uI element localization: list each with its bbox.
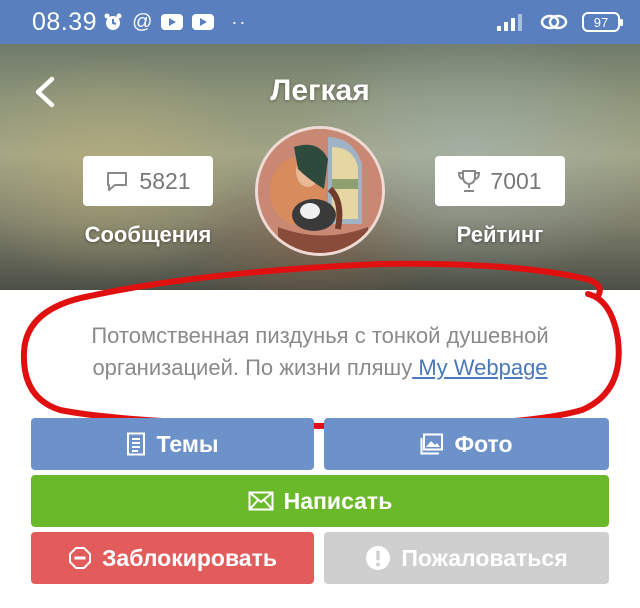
battery-icon: 97 — [582, 12, 623, 32]
profile-name: Легкая — [270, 74, 370, 107]
status-time: 08.39 — [32, 7, 98, 36]
messages-label: Сообщения — [84, 222, 212, 247]
webpage-link[interactable]: My Webpage — [412, 355, 547, 380]
write-label: Написать — [283, 487, 393, 514]
photo-button[interactable]: Фото — [324, 418, 609, 470]
messages-count-badge[interactable]: 5821 — [83, 156, 213, 206]
status-bar: 08.39 @ ·· 97 — [0, 0, 640, 44]
at-icon: @ — [132, 10, 153, 33]
link-icon — [540, 12, 568, 32]
write-message-button[interactable]: Написать — [31, 475, 609, 527]
alarm-icon — [103, 12, 123, 32]
signal-icon — [496, 12, 526, 32]
block-label: Заблокировать — [102, 544, 277, 571]
youtube-icon — [161, 14, 184, 30]
profile-bio: Потомственная пиздунья с тонкой душевной… — [40, 320, 600, 384]
notification-icons: @ ·· — [103, 11, 247, 34]
rating-label: Рейтинг — [456, 222, 544, 247]
envelope-icon — [248, 491, 274, 511]
topics-button[interactable]: Темы — [31, 418, 314, 470]
image-icon — [420, 433, 444, 455]
youtube-icon — [192, 14, 215, 30]
exclamation-circle-icon — [365, 545, 391, 571]
topics-label: Темы — [156, 430, 219, 457]
messages-count: 5821 — [139, 167, 191, 194]
more-notifications-icon: ·· — [231, 11, 248, 32]
avatar[interactable] — [255, 126, 385, 256]
chat-bubble-icon — [105, 170, 129, 192]
rating-badge[interactable]: 7001 — [435, 156, 565, 206]
block-octagon-icon — [68, 546, 92, 570]
photo-label: Фото — [454, 430, 513, 457]
report-button[interactable]: Пожаловаться — [324, 532, 609, 584]
trophy-icon — [458, 169, 481, 193]
document-icon — [126, 432, 146, 456]
report-label: Пожаловаться — [401, 544, 568, 571]
block-button[interactable]: Заблокировать — [31, 532, 314, 584]
profile-header: Легкая 5821 Сообщения 7001 Рейтинг — [0, 44, 640, 290]
rating-value: 7001 — [490, 167, 542, 194]
system-icons: 97 — [496, 12, 623, 32]
